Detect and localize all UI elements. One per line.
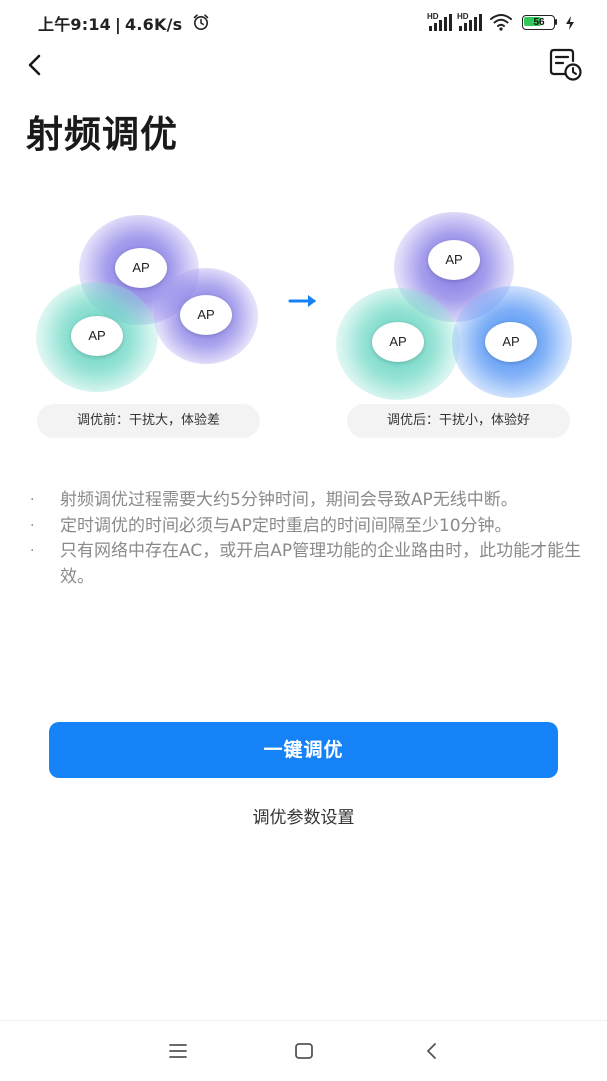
back-triangle-icon[interactable] [420, 1039, 444, 1063]
ap-node: AP [372, 322, 424, 362]
alarm-icon [193, 14, 209, 30]
note-bullet: · [30, 492, 35, 508]
ap-node: AP [115, 248, 167, 288]
ap-node: AP [180, 295, 232, 335]
one-click-tune-button[interactable]: 一键调优 [49, 722, 558, 778]
ap-node: AP [428, 240, 480, 280]
signal-icon-2: HD [457, 12, 483, 32]
arrow-right-icon [288, 295, 316, 307]
tuning-illustration: AP AP AP AP AP AP 调优前：干扰大，体验差 调优后：干扰小，体验… [0, 200, 607, 440]
wifi-icon [490, 14, 512, 31]
note-item: · 定时调优的时间必须与AP定时重启的时间间隔至少10分钟。 [30, 514, 585, 540]
note-item: · 射频调优过程需要大约5分钟时间，期间会导致AP无线中断。 [30, 488, 585, 514]
signal-icon: HD [427, 12, 453, 32]
system-nav-bar [0, 1020, 607, 1081]
battery-icon: 56 [522, 15, 558, 30]
status-bar: 上午9:14 | 4.6K/s HD HD 56 [0, 0, 607, 44]
note-text: 射频调优过程需要大约5分钟时间，期间会导致AP无线中断。 [60, 490, 518, 510]
note-bullet: · [30, 543, 35, 559]
network-speed: 4.6K/s [125, 15, 183, 34]
chevron-left-icon [28, 54, 41, 76]
note-text: 只有网络中存在AC，或开启AP管理功能的企业路由时，此功能才能生效。 [60, 541, 582, 587]
ap-node: AP [485, 322, 537, 362]
after-caption: 调优后：干扰小，体验好 [347, 404, 570, 438]
home-square-icon[interactable] [292, 1039, 316, 1063]
before-caption: 调优前：干扰大，体验差 [37, 404, 260, 438]
battery-level: 56 [533, 17, 545, 28]
charging-icon [566, 16, 574, 30]
tuning-notes: · 射频调优过程需要大约5分钟时间，期间会导致AP无线中断。 · 定时调优的时间… [30, 488, 585, 590]
note-bullet: · [30, 517, 35, 534]
status-time-speed: 上午9:14 | 4.6K/s [38, 15, 183, 34]
menu-icon[interactable] [166, 1039, 190, 1063]
status-time: 上午9:14 [38, 15, 111, 34]
back-button[interactable] [20, 50, 50, 80]
tuning-parameters-link[interactable]: 调优参数设置 [0, 803, 607, 828]
ap-node: AP [71, 316, 123, 356]
note-item: · 只有网络中存在AC，或开启AP管理功能的企业路由时，此功能才能生效。 [30, 539, 585, 590]
page-title: 射频调优 [26, 113, 178, 156]
history-button[interactable] [547, 48, 583, 82]
note-text: 定时调优的时间必须与AP定时重启的时间间隔至少10分钟。 [60, 515, 512, 536]
document-clock-icon [549, 48, 582, 81]
